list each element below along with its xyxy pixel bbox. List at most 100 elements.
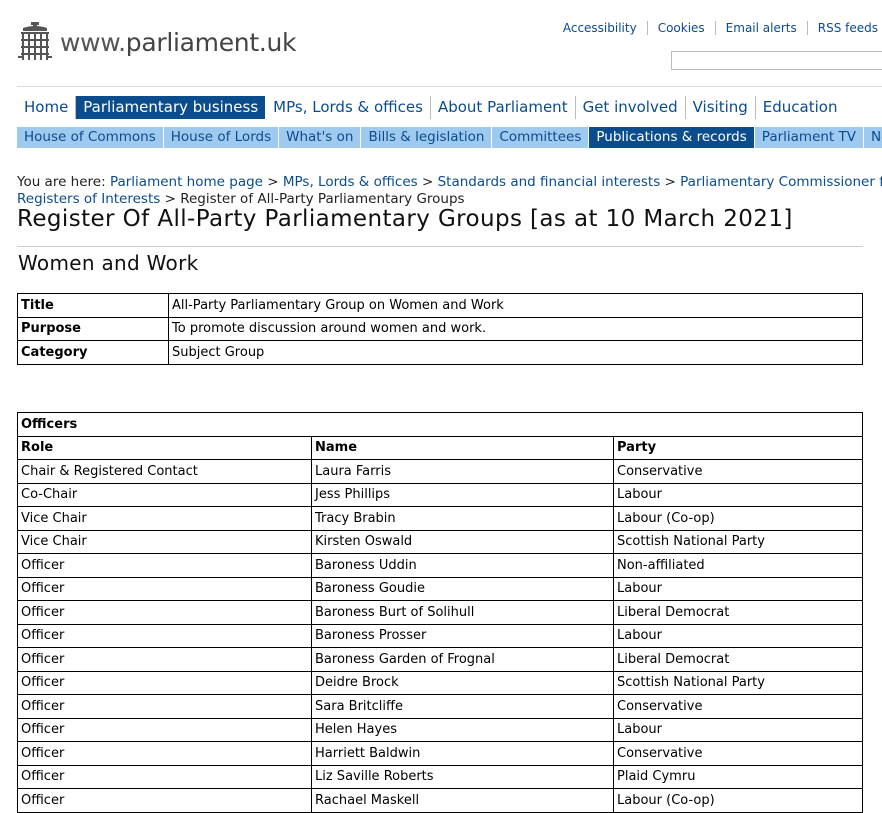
rss-feeds-link[interactable]: RSS feeds xyxy=(808,21,878,35)
nav-home[interactable]: Home xyxy=(17,96,77,119)
table-row: Vice Chair Kirsten Oswald Scottish Nationa… xyxy=(17,529,863,554)
officer-party: Conservative xyxy=(613,741,863,766)
cookies-link[interactable]: Cookies xyxy=(648,21,716,35)
officer-name: Harriett Baldwin xyxy=(311,741,614,766)
table-row: Officer Baroness Garden of Frognal Liberal… xyxy=(17,647,863,672)
subnav-parliament-tv[interactable]: Parliament TV xyxy=(755,127,864,148)
table-row: Officer Sara Britcliffe Conservative xyxy=(17,694,863,719)
subnav-whats-on[interactable]: What's on xyxy=(279,127,362,148)
breadcrumb: You are here: Parliament home page > MPs… xyxy=(17,174,882,208)
officer-party: Scottish National Party xyxy=(613,670,863,695)
table-heading-row: Officers xyxy=(17,412,863,437)
info-value: To promote discussion around women and w… xyxy=(168,316,863,341)
table-row: Officer Baroness Uddin Non-affiliated xyxy=(17,553,863,578)
info-key: Title xyxy=(17,293,169,318)
officer-name: Liz Saville Roberts xyxy=(311,764,614,789)
officer-party: Scottish National Party xyxy=(613,529,863,554)
table-row: Officer Baroness Goudie Labour xyxy=(17,576,863,601)
subnav-news[interactable]: News xyxy=(864,127,882,148)
subnav-bills-legislation[interactable]: Bills & legislation xyxy=(361,127,493,148)
officer-name: Sara Britcliffe xyxy=(311,694,614,719)
nav-parliamentary-business[interactable]: Parliamentary business xyxy=(76,96,266,119)
officer-role: Officer xyxy=(17,717,312,742)
nav-education[interactable]: Education xyxy=(756,96,845,119)
subnav-committees[interactable]: Committees xyxy=(492,127,590,148)
officer-name: Rachael Maskell xyxy=(311,788,614,813)
subnav-house-of-lords[interactable]: House of Lords xyxy=(164,127,280,148)
breadcrumb-prefix: You are here: xyxy=(17,174,110,190)
subnav-house-of-commons[interactable]: House of Commons xyxy=(17,127,164,148)
page-title: Register Of All-Party Parliamentary Grou… xyxy=(17,206,793,232)
officer-party: Non-affiliated xyxy=(613,553,863,578)
officer-role: Officer xyxy=(17,764,312,789)
officer-role: Vice Chair xyxy=(17,529,312,554)
officer-name: Jess Phillips xyxy=(311,482,614,507)
officer-name: Baroness Uddin xyxy=(311,553,614,578)
officer-name: Baroness Burt of Solihull xyxy=(311,600,614,625)
table-row: Chair & Registered Contact Laura Farris Co… xyxy=(17,459,863,484)
table-row: Officer Helen Hayes Labour xyxy=(17,717,863,742)
breadcrumb-link[interactable]: MPs, Lords & offices xyxy=(283,174,418,190)
logo-text-prefix: www. xyxy=(60,27,126,57)
officer-role: Officer xyxy=(17,553,312,578)
officer-party: Conservative xyxy=(613,694,863,719)
table-row: Officer Deidre Brock Scottish National Par… xyxy=(17,670,863,695)
logo-text-domain: parliament.uk xyxy=(125,27,297,57)
primary-nav: Home Parliamentary business MPs, Lords &… xyxy=(17,96,844,119)
officer-name: Baroness Garden of Frognal xyxy=(311,647,614,672)
officer-name: Deidre Brock xyxy=(311,670,614,695)
officer-party: Labour xyxy=(613,717,863,742)
breadcrumb-link[interactable]: Registers of Interests xyxy=(17,191,160,207)
table-row: Officer Baroness Prosser Labour xyxy=(17,623,863,648)
subnav-publications-records[interactable]: Publications & records xyxy=(589,127,755,148)
table-row: Officer Liz Saville Roberts Plaid Cymru xyxy=(17,764,863,789)
logo-text: www.parliament.uk xyxy=(60,27,297,57)
breadcrumb-link[interactable]: Standards and financial interests xyxy=(438,174,661,190)
officer-role: Officer xyxy=(17,576,312,601)
officer-party: Labour xyxy=(613,623,863,648)
search-input[interactable] xyxy=(671,51,882,70)
officers-rows: Chair & Registered Contact Laura Farris Co… xyxy=(17,459,863,813)
officer-party: Labour (Co-op) xyxy=(613,788,863,813)
officer-role: Vice Chair xyxy=(17,506,312,531)
nav-about-parliament[interactable]: About Parliament xyxy=(431,96,576,119)
officer-party: Liberal Democrat xyxy=(613,600,863,625)
officers-table: Officers Role Name Party Chair & Registe… xyxy=(17,412,863,813)
group-info-table: Title All-Party Parliamentary Group on W… xyxy=(17,293,863,365)
officer-role: Officer xyxy=(17,600,312,625)
officer-name: Laura Farris xyxy=(311,459,614,484)
officer-name: Baroness Prosser xyxy=(311,623,614,648)
officer-role: Officer xyxy=(17,670,312,695)
column-header-role: Role xyxy=(17,435,312,460)
officer-party: Conservative xyxy=(613,459,863,484)
officer-role: Co-Chair xyxy=(17,482,312,507)
officer-party: Plaid Cymru xyxy=(613,764,863,789)
table-row: Officer Rachael Maskell Labour (Co-op) xyxy=(17,788,863,813)
table-row: Officer Baroness Burt of Solihull Liberal … xyxy=(17,600,863,625)
header-divider xyxy=(17,86,882,87)
officer-party: Labour (Co-op) xyxy=(613,506,863,531)
officer-role: Officer xyxy=(17,623,312,648)
officer-role: Chair & Registered Contact xyxy=(17,459,312,484)
breadcrumb-link[interactable]: Parliamentary Commissioner for Standards xyxy=(680,174,882,190)
parliament-logo[interactable]: www.parliament.uk xyxy=(18,22,297,62)
secondary-nav: House of Commons House of Lords What's o… xyxy=(17,127,882,148)
info-key: Category xyxy=(17,340,169,365)
table-row: Category Subject Group xyxy=(17,340,863,365)
table-row: Officer Harriett Baldwin Conservative xyxy=(17,741,863,766)
officer-party: Labour xyxy=(613,576,863,601)
nav-visiting[interactable]: Visiting xyxy=(686,96,756,119)
officer-name: Kirsten Oswald xyxy=(311,529,614,554)
breadcrumb-link[interactable]: Parliament home page xyxy=(110,174,263,190)
accessibility-link[interactable]: Accessibility xyxy=(553,21,648,35)
nav-get-involved[interactable]: Get involved xyxy=(576,96,686,119)
info-value: All-Party Parliamentary Group on Women a… xyxy=(168,293,863,318)
portcullis-icon xyxy=(18,22,52,60)
nav-mps-lords-offices[interactable]: MPs, Lords & offices xyxy=(266,96,431,119)
officer-name: Helen Hayes xyxy=(311,717,614,742)
info-key: Purpose xyxy=(17,316,169,341)
breadcrumb-current: Register of All-Party Parliamentary Grou… xyxy=(180,191,465,207)
utility-links: Accessibility Cookies Email alerts RSS f… xyxy=(553,21,878,35)
email-alerts-link[interactable]: Email alerts xyxy=(716,21,808,35)
officer-role: Officer xyxy=(17,647,312,672)
